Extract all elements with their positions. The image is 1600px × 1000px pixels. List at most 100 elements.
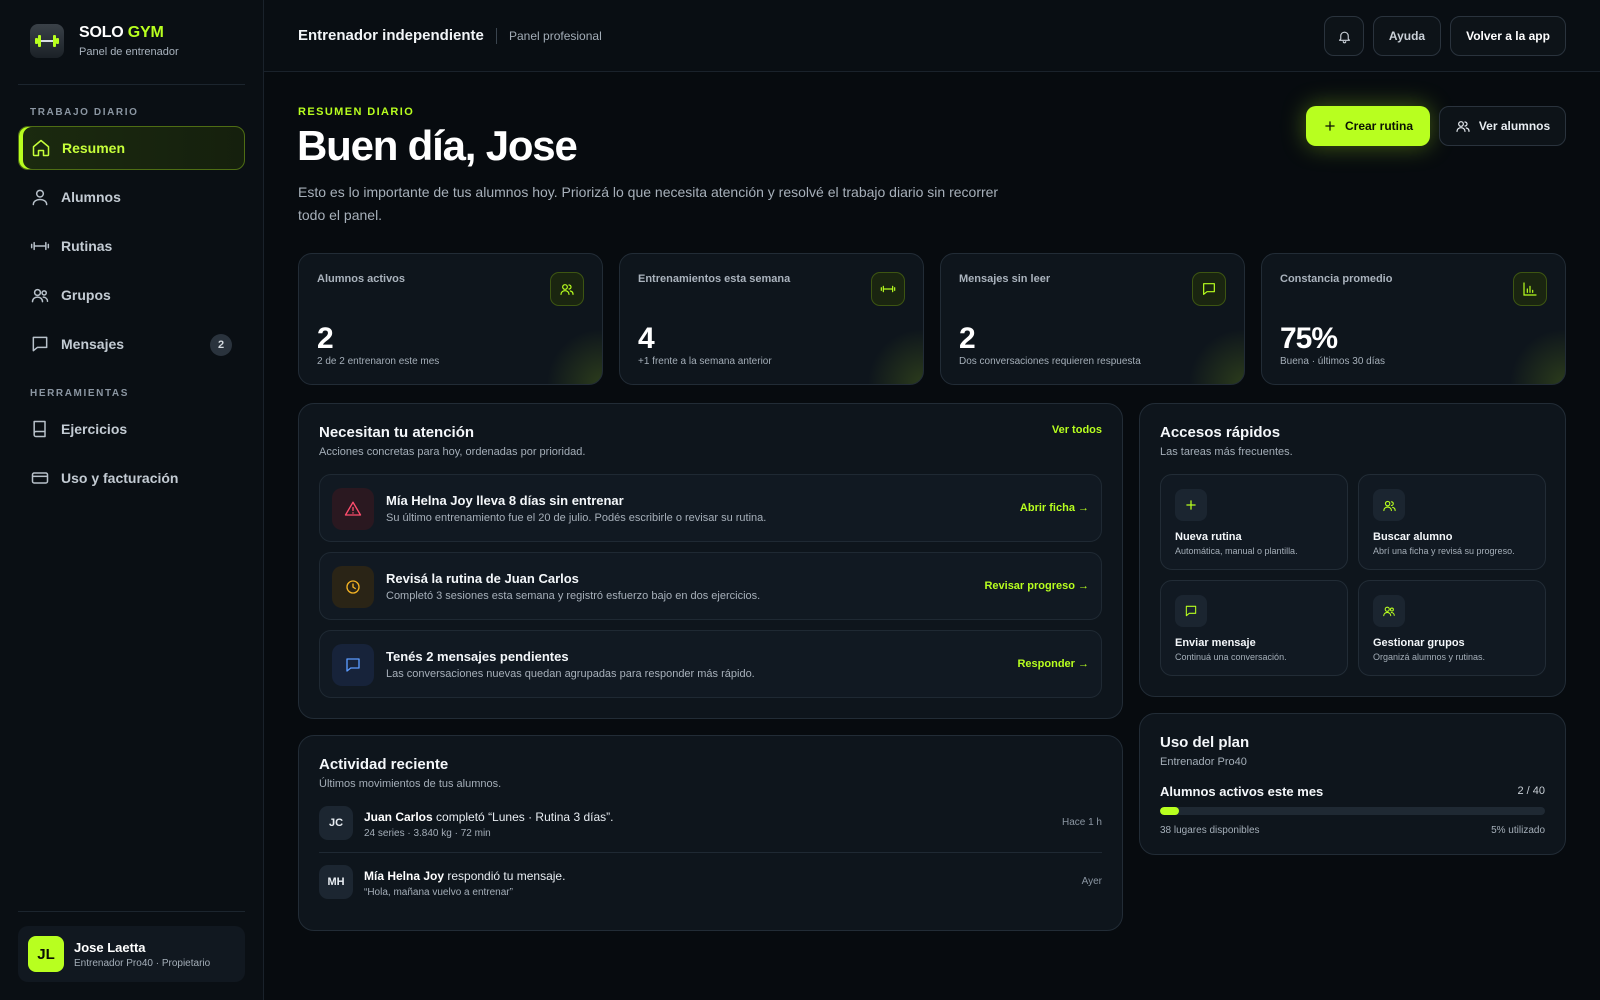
sidebar-item-label: Ejercicios [61,421,128,437]
message-icon [1192,272,1226,306]
stat-note: +1 frente a la semana anterior [638,356,772,367]
attention-description: Su último entrenamiento fue el 20 de jul… [386,512,767,524]
reply-link[interactable]: Responder → [1017,658,1089,670]
avatar: JC [319,806,353,840]
stat-card-active-students: Alumnos activos 2 2 de 2 entrenaron este… [298,253,603,385]
panel-title: Actividad reciente [319,756,449,773]
dumbbell-icon [30,241,50,251]
avatar: JL [28,936,64,972]
panel-title: Necesitan tu atención [319,424,475,441]
message-icon [332,644,374,686]
sidebar-item-grupos[interactable]: Grupos [18,273,245,317]
activity-item[interactable]: JC Juan Carlos completó “Lunes · Rutina … [319,806,1102,862]
plan-metric-label: Alumnos activos este mes [1160,784,1324,799]
plus-icon [1175,489,1207,521]
page-title: Buen día, Jose [297,122,578,169]
back-to-app-button[interactable]: Volver a la app [1450,16,1566,56]
plan-progress-bar [1160,807,1545,815]
page-context-title: Entrenador independiente [298,27,484,44]
attention-title: Tenés 2 mensajes pendientes [386,649,569,664]
topbar: Entrenador independiente Panel profesion… [264,0,1600,72]
quick-action-desc: Automática, manual o plantilla. [1175,546,1298,556]
open-profile-link[interactable]: Abrir ficha → [1020,502,1089,514]
activity-time: Ayer [1081,876,1102,887]
stat-card-weekly-workouts: Entrenamientos esta semana 4 +1 frente a… [619,253,924,385]
divider [18,911,245,912]
user-icon [32,189,48,206]
stat-label: Entrenamientos esta semana [638,273,791,285]
bar-chart-icon [1513,272,1547,306]
eyebrow: RESUMEN DIARIO [298,106,415,118]
create-routine-label: Crear rutina [1344,119,1414,133]
view-students-button[interactable]: Ver alumnos [1439,106,1566,146]
user-icon [550,272,584,306]
quick-action-new-routine[interactable]: Nueva rutina Automática, manual o planti… [1160,474,1348,570]
brand[interactable]: SOLO GYM Panel de entrenador [30,24,179,58]
create-routine-button[interactable]: Crear rutina [1306,106,1430,146]
user-name: Jose Laetta [74,939,146,955]
divider [496,28,497,44]
sidebar-item-facturacion[interactable]: Uso y facturación [18,456,245,500]
warning-icon [332,488,374,530]
plan-used: 5% utilizado [1491,825,1545,836]
sidebar-item-label: Uso y facturación [61,470,179,486]
home-icon [32,139,50,157]
brand-subtitle: Panel de entrenador [79,46,179,58]
avatar: MH [319,865,353,899]
stat-value: 2 [959,322,976,355]
message-icon [1175,595,1207,627]
sidebar-item-alumnos[interactable]: Alumnos [18,175,245,219]
clock-icon [332,566,374,608]
activity-text: Juan Carlos completó “Lunes · Rutina 3 d… [364,810,614,824]
plan-available: 38 lugares disponibles [1160,825,1260,836]
quick-action-desc: Continuá una conversación. [1175,652,1287,662]
attention-item[interactable]: Revisá la rutina de Juan Carlos Completó… [319,552,1102,620]
help-button[interactable]: Ayuda [1373,16,1441,56]
stat-card-consistency: Constancia promedio 75% Buena · últimos … [1261,253,1566,385]
view-students-label: Ver alumnos [1478,119,1551,133]
stat-label: Mensajes sin leer [959,273,1051,285]
panel-title: Uso del plan [1160,734,1250,751]
quick-action-title: Nueva rutina [1175,531,1242,543]
attention-description: Completó 3 sesiones esta semana y regist… [386,590,761,602]
quick-action-manage-groups[interactable]: Gestionar grupos Organizá alumnos y ruti… [1358,580,1546,676]
sidebar-item-label: Alumnos [61,189,121,205]
notifications-button[interactable] [1324,16,1364,56]
plan-usage-panel: Uso del plan Entrenador Pro40 Alumnos ac… [1139,713,1566,855]
sidebar-item-mensajes[interactable]: Mensajes 2 [18,322,245,366]
attention-description: Las conversaciones nuevas quedan agrupad… [386,668,755,680]
review-progress-link[interactable]: Revisar progreso → [984,580,1089,592]
attention-item[interactable]: Mía Helna Joy lleva 8 días sin entrenar … [319,474,1102,542]
panel-subtitle: Las tareas más frecuentes. [1160,446,1293,458]
view-all-link[interactable]: Ver todos [1052,424,1102,436]
attention-title: Mía Helna Joy lleva 8 días sin entrenar [386,493,624,508]
attention-title: Revisá la rutina de Juan Carlos [386,571,579,586]
users-icon [1456,121,1470,132]
quick-action-find-student[interactable]: Buscar alumno Abrí una ficha y revisá su… [1358,474,1546,570]
sidebar-item-resumen[interactable]: Resumen [18,126,245,170]
quick-action-send-message[interactable]: Enviar mensaje Continuá una conversación… [1160,580,1348,676]
sidebar-item-rutinas[interactable]: Rutinas [18,224,245,268]
sidebar: SOLO GYM Panel de entrenador TRABAJO DIA… [0,0,264,1000]
divider [18,84,245,85]
stat-card-unread-messages: Mensajes sin leer 2 Dos conversaciones r… [940,253,1245,385]
sidebar-item-label: Mensajes [61,336,125,352]
activity-item[interactable]: MH Mía Helna Joy respondió tu mensaje. “… [319,865,1102,921]
sidebar-item-label: Grupos [61,287,111,303]
stat-note: Buena · últimos 30 días [1280,356,1386,367]
sidebar-item-label: Resumen [62,140,126,156]
book-icon [33,420,46,438]
stat-value: 4 [638,322,655,355]
dumbbell-logo-icon [30,24,64,58]
stat-note: Dos conversaciones requieren respuesta [959,356,1141,367]
panel-subtitle: Últimos movimientos de tus alumnos. [319,778,502,790]
page-context-subtitle: Panel profesional [509,29,602,43]
activity-time: Hace 1 h [1061,817,1102,828]
attention-item[interactable]: Tenés 2 mensajes pendientes Las conversa… [319,630,1102,698]
user-search-icon [1373,489,1405,521]
plan-count: 2 / 40 [1517,785,1545,797]
users-icon [1373,595,1405,627]
message-icon [32,336,48,352]
sidebar-item-ejercicios[interactable]: Ejercicios [18,407,245,451]
user-card[interactable]: JL Jose Laetta Entrenador Pro40 · Propie… [18,926,245,982]
